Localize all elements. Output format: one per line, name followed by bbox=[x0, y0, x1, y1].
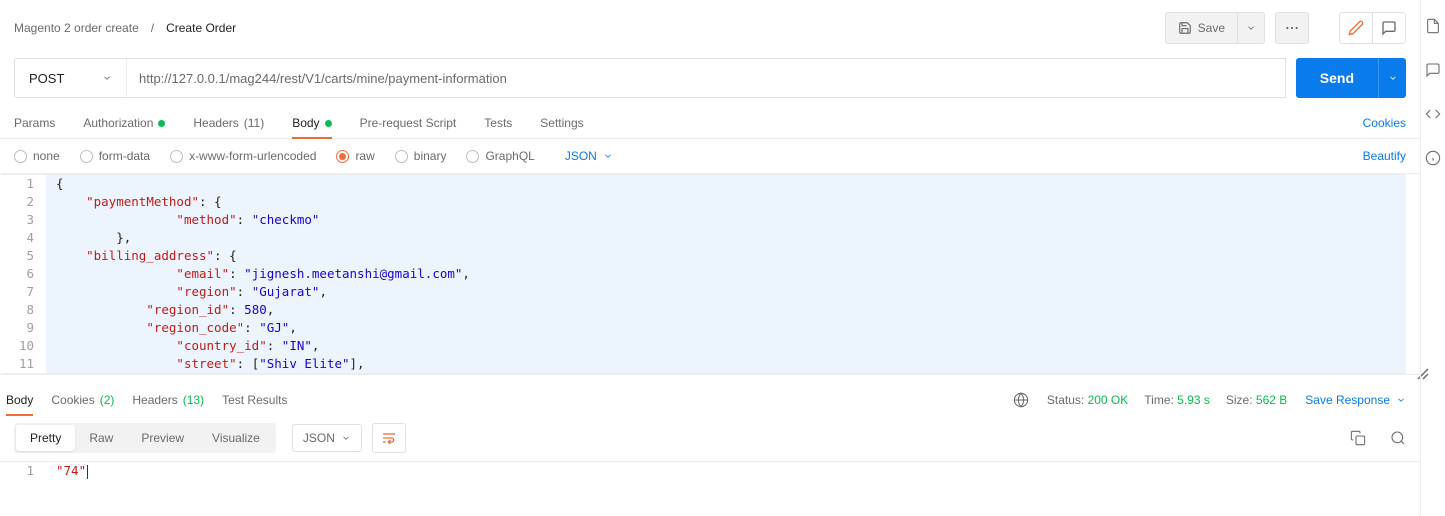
tab-body[interactable]: Body bbox=[292, 108, 331, 138]
chevron-down-icon bbox=[102, 73, 112, 83]
search-icon[interactable] bbox=[1390, 430, 1406, 446]
response-view-preview[interactable]: Preview bbox=[127, 425, 198, 451]
right-sidebar bbox=[1420, 0, 1445, 516]
comment-icon bbox=[1381, 20, 1397, 36]
save-icon bbox=[1178, 21, 1192, 35]
line-number: 9 bbox=[2, 319, 46, 337]
radio-icon bbox=[395, 150, 408, 163]
tab-headers[interactable]: Headers(11) bbox=[193, 108, 264, 138]
status-label: Status: 200 OK bbox=[1047, 393, 1128, 407]
line-number: 7 bbox=[2, 283, 46, 301]
response-view-raw[interactable]: Raw bbox=[75, 425, 127, 451]
comment-button[interactable] bbox=[1373, 12, 1406, 44]
more-options-button[interactable] bbox=[1275, 12, 1309, 44]
edit-button[interactable] bbox=[1339, 12, 1373, 44]
docs-icon[interactable] bbox=[1425, 18, 1441, 34]
radio-icon bbox=[466, 150, 479, 163]
size-label: Size: 562 B bbox=[1226, 393, 1287, 407]
response-type-select[interactable]: JSON bbox=[292, 424, 362, 452]
save-response-button[interactable]: Save Response bbox=[1305, 393, 1406, 407]
body-type-binary[interactable]: binary bbox=[395, 149, 447, 163]
response-tab-cookies[interactable]: Cookies (2) bbox=[51, 385, 114, 415]
response-view-visualize[interactable]: Visualize bbox=[198, 425, 274, 451]
line-number: 11 bbox=[2, 355, 46, 373]
send-dropdown-button[interactable] bbox=[1378, 58, 1406, 98]
breadcrumb-current: Create Order bbox=[166, 21, 236, 35]
comment-icon[interactable] bbox=[1425, 62, 1441, 78]
tab-settings[interactable]: Settings bbox=[540, 108, 583, 138]
radio-icon bbox=[80, 150, 93, 163]
send-button[interactable]: Send bbox=[1296, 58, 1378, 98]
radio-icon bbox=[336, 150, 349, 163]
chevron-down-icon bbox=[1388, 73, 1398, 83]
method-value: POST bbox=[29, 71, 64, 86]
globe-icon[interactable] bbox=[1013, 392, 1029, 408]
line-number: 6 bbox=[2, 265, 46, 283]
dots-horizontal-icon bbox=[1284, 20, 1300, 36]
tab-pre-request-script[interactable]: Pre-request Script bbox=[360, 108, 457, 138]
save-button[interactable]: Save bbox=[1165, 12, 1238, 44]
radio-icon bbox=[170, 150, 183, 163]
url-input[interactable]: http://127.0.0.1/mag244/rest/V1/carts/mi… bbox=[127, 59, 1285, 97]
line-number: 4 bbox=[2, 229, 46, 247]
line-number: 5 bbox=[2, 247, 46, 265]
chevron-down-icon bbox=[1396, 395, 1406, 405]
tab-authorization[interactable]: Authorization bbox=[83, 108, 165, 138]
cookies-link[interactable]: Cookies bbox=[1363, 116, 1406, 130]
pencil-icon bbox=[1348, 20, 1364, 36]
dot-indicator-icon bbox=[158, 120, 165, 127]
save-dropdown-button[interactable] bbox=[1238, 12, 1265, 44]
body-type-graphql[interactable]: GraphQL bbox=[466, 149, 534, 163]
tab-tests[interactable]: Tests bbox=[484, 108, 512, 138]
body-type-formdata[interactable]: form-data bbox=[80, 149, 150, 163]
chevron-down-icon bbox=[341, 433, 351, 443]
chevron-down-icon bbox=[1246, 23, 1256, 33]
wrap-lines-button[interactable] bbox=[372, 423, 406, 453]
line-number: 2 bbox=[2, 193, 46, 211]
line-number: 3 bbox=[2, 211, 46, 229]
line-number: 1 bbox=[2, 175, 46, 193]
body-type-raw[interactable]: raw bbox=[336, 149, 374, 163]
code-icon[interactable] bbox=[1425, 106, 1441, 122]
line-number: 1 bbox=[2, 462, 46, 480]
response-tab-body[interactable]: Body bbox=[6, 385, 33, 415]
save-label: Save bbox=[1198, 21, 1225, 35]
chevron-down-icon bbox=[603, 151, 613, 161]
body-type-none[interactable]: none bbox=[14, 149, 60, 163]
breadcrumb-separator: / bbox=[149, 21, 156, 35]
time-label: Time: 5.93 s bbox=[1144, 393, 1210, 407]
response-body-viewer[interactable]: 1"74" bbox=[2, 462, 1406, 480]
copy-icon[interactable] bbox=[1350, 430, 1366, 446]
breadcrumb-parent[interactable]: Magento 2 order create bbox=[14, 21, 139, 35]
request-body-editor[interactable]: 1{ 2...."paymentMethod": { 3............… bbox=[2, 175, 1406, 373]
body-language-select[interactable]: JSON bbox=[565, 149, 613, 163]
wrap-icon bbox=[381, 430, 397, 446]
radio-icon bbox=[14, 150, 27, 163]
method-select[interactable]: POST bbox=[15, 59, 127, 97]
line-number: 10 bbox=[2, 337, 46, 355]
beautify-link[interactable]: Beautify bbox=[1363, 149, 1406, 163]
body-type-xwww[interactable]: x-www-form-urlencoded bbox=[170, 149, 316, 163]
dot-indicator-icon bbox=[325, 120, 332, 127]
response-tab-test-results[interactable]: Test Results bbox=[222, 385, 287, 415]
response-tab-headers[interactable]: Headers (13) bbox=[132, 385, 204, 415]
info-icon[interactable] bbox=[1425, 150, 1441, 166]
tab-params[interactable]: Params bbox=[14, 108, 55, 138]
line-number: 8 bbox=[2, 301, 46, 319]
response-view-pretty[interactable]: Pretty bbox=[16, 425, 75, 451]
